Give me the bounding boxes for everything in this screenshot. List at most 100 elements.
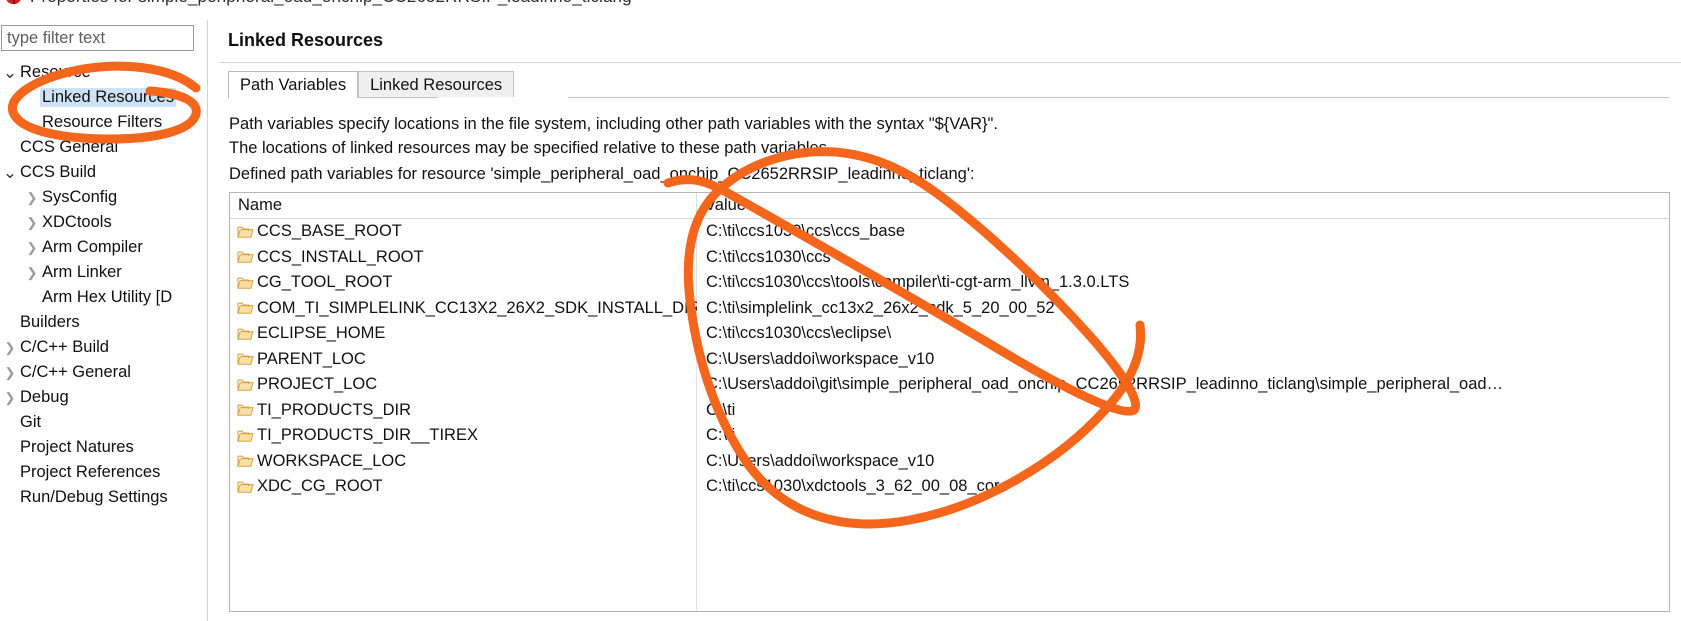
path-variable-name-cell: TI_PRODUCTS_DIR__TIREX	[230, 426, 697, 445]
tab-linked-resources[interactable]: Linked Resources	[358, 71, 515, 98]
sidebar-item-debug[interactable]: ❯ Debug	[0, 385, 203, 410]
title-separator	[220, 62, 1681, 63]
table-row[interactable]: WORKSPACE_LOC C:\Users\addoi\workspace_v1…	[230, 449, 1669, 475]
table-row[interactable]: TI_PRODUCTS_DIR__TIREX C:\ti	[230, 423, 1669, 449]
sidebar-item-label: Arm Linker	[42, 263, 122, 281]
sidebar-item-git[interactable]: Git	[0, 410, 203, 435]
chevron-right-icon[interactable]: ❯	[2, 341, 18, 354]
sidebar-item-label: CCS General	[20, 138, 119, 156]
filter-input-wrapper[interactable]	[1, 25, 194, 51]
chevron-down-icon[interactable]: ⌄	[2, 164, 18, 181]
description-line-3: Defined path variables for resource 'sim…	[229, 165, 975, 183]
sidebar-item-resource[interactable]: ⌄ Resource	[0, 60, 203, 85]
path-variable-value: C:\ti\ccs1030\ccs\eclipse\	[706, 324, 892, 343]
folder-icon	[237, 480, 254, 494]
settings-navigation-panel: ⌄ResourceLinked ResourcesResource Filter…	[0, 20, 203, 621]
chevron-right-icon[interactable]: ❯	[24, 266, 40, 279]
path-variable-value: C:\ti\ccs1030\ccs\tools\compiler\ti-cgt-…	[706, 273, 1130, 292]
table-row[interactable]: CG_TOOL_ROOT C:\ti\ccs1030\ccs\tools\comp…	[230, 270, 1669, 296]
ccs-app-icon	[4, 0, 24, 7]
table-header-row: Name Value	[230, 193, 1669, 219]
folder-icon	[237, 454, 254, 468]
path-variable-name-cell: ECLIPSE_HOME	[230, 324, 697, 343]
sidebar-item-c-c-build[interactable]: ❯ C/C++ Build	[0, 335, 203, 360]
sidebar-item-xdctools[interactable]: ❯ XDCtools	[0, 210, 203, 235]
linked-resources-page: Linked Resources Path Variables Linked Re…	[210, 20, 1681, 621]
path-variables-table[interactable]: Name Value CCS_BASE_ROOT C:\ti\ccs1030\cc…	[229, 192, 1670, 612]
sidebar-item-label: CCS Build	[20, 163, 97, 181]
sidebar-item-c-c-general[interactable]: ❯ C/C++ General	[0, 360, 203, 385]
path-variable-value: C:\ti	[706, 426, 736, 445]
table-row[interactable]: PARENT_LOC C:\Users\addoi\workspace_v10	[230, 347, 1669, 373]
sidebar-item-project-natures[interactable]: Project Natures	[0, 435, 203, 460]
tab-label: Linked Resources	[370, 75, 503, 94]
path-variable-name-cell: CCS_INSTALL_ROOT	[230, 248, 697, 267]
description-line-2: The locations of linked resources may be…	[229, 139, 832, 157]
sidebar-item-builders[interactable]: Builders	[0, 310, 203, 335]
sidebar-item-run-debug-settings[interactable]: Run/Debug Settings	[0, 485, 203, 510]
settings-tree: ⌄ Resource Linked Resources Resource Filter…	[0, 60, 203, 510]
sidebar-item-ccs-build[interactable]: ⌄ CCS Build	[0, 160, 203, 185]
sidebar-item-sysconfig[interactable]: ❯ SysConfig	[0, 185, 203, 210]
path-variable-value: C:\Users\addoi\git\simple_peripheral_oad…	[706, 375, 1504, 394]
folder-icon	[237, 378, 254, 392]
chevron-right-icon[interactable]: ❯	[2, 391, 18, 404]
path-variable-name: TI_PRODUCTS_DIR	[257, 400, 412, 419]
sidebar-item-arm-linker[interactable]: ❯ Arm Linker	[0, 260, 203, 285]
folder-icon	[237, 250, 254, 264]
path-variable-value: C:\ti\ccs1030\ccs\ccs_base	[706, 222, 905, 241]
tab-active-cover	[438, 97, 569, 99]
folder-icon	[237, 403, 254, 417]
path-variable-name-cell: COM_TI_SIMPLELINK_CC13X2_26X2_SDK_INSTAL…	[230, 299, 697, 318]
tab-path-variables[interactable]: Path Variables	[228, 71, 359, 98]
search-input[interactable]	[2, 26, 193, 50]
path-variable-name-cell: XDC_CG_ROOT	[230, 477, 697, 496]
path-variable-name-cell: PROJECT_LOC	[230, 375, 697, 394]
sidebar-item-arm-compiler[interactable]: ❯ Arm Compiler	[0, 235, 203, 260]
folder-icon	[237, 276, 254, 290]
sidebar-item-label: SysConfig	[42, 188, 118, 206]
folder-icon	[237, 225, 254, 239]
table-row[interactable]: CCS_BASE_ROOT C:\ti\ccs1030\ccs\ccs_base	[230, 219, 1669, 245]
sidebar-item-label: Git	[20, 413, 42, 431]
sidebar-item-project-references[interactable]: Project References	[0, 460, 203, 485]
chevron-right-icon[interactable]: ❯	[24, 241, 40, 254]
table-row[interactable]: COM_TI_SIMPLELINK_CC13X2_26X2_SDK_INSTAL…	[230, 296, 1669, 322]
path-variable-name: ECLIPSE_HOME	[257, 324, 386, 343]
path-variable-name: PROJECT_LOC	[257, 375, 378, 394]
sidebar-item-resource-filters[interactable]: Resource Filters	[0, 110, 203, 135]
path-variable-name: CCS_BASE_ROOT	[257, 222, 402, 241]
sidebar-item-linked-resources[interactable]: Linked Resources	[0, 85, 203, 110]
sidebar-item-arm-hex-utility-d[interactable]: Arm Hex Utility [D	[0, 285, 203, 310]
chevron-right-icon[interactable]: ❯	[2, 366, 18, 379]
sidebar-item-label: Arm Compiler	[42, 238, 143, 256]
table-row[interactable]: ECLIPSE_HOME C:\ti\ccs1030\ccs\eclipse\	[230, 321, 1669, 347]
table-row[interactable]: TI_PRODUCTS_DIR C:\ti	[230, 398, 1669, 424]
path-variable-name: XDC_CG_ROOT	[257, 477, 383, 496]
folder-icon	[237, 301, 254, 315]
path-variable-name: CCS_INSTALL_ROOT	[257, 247, 424, 266]
sidebar-item-label: Builders	[20, 313, 80, 331]
chevron-right-icon[interactable]: ❯	[24, 216, 40, 229]
panel-divider	[207, 20, 208, 621]
sidebar-item-label: XDCtools	[42, 213, 112, 231]
column-header-name[interactable]: Name	[230, 193, 697, 218]
table-row[interactable]: XDC_CG_ROOT C:\ti\ccs1030\xdctools_3_62_0…	[230, 474, 1669, 500]
table-row[interactable]: PROJECT_LOC C:\Users\addoi\git\simple_per…	[230, 372, 1669, 398]
path-variable-value: C:\ti\ccs1030\ccs	[706, 247, 831, 266]
window-title: Properties for simple_peripheral_oad_onc…	[30, 0, 632, 7]
chevron-down-icon[interactable]: ⌄	[2, 64, 18, 81]
path-variable-name: TI_PRODUCTS_DIR__TIREX	[257, 426, 478, 445]
sidebar-item-label: Project References	[20, 463, 161, 481]
chevron-right-icon[interactable]: ❯	[24, 191, 40, 204]
path-variable-name: CG_TOOL_ROOT	[257, 273, 393, 292]
sidebar-item-label: C/C++ General	[20, 363, 131, 381]
sidebar-item-ccs-general[interactable]: CCS General	[0, 135, 203, 160]
folder-icon	[237, 352, 254, 366]
tab-bar: Path Variables Linked Resources	[228, 70, 515, 98]
path-variable-value: C:\Users\addoi\workspace_v10	[706, 349, 935, 368]
column-header-value[interactable]: Value	[697, 193, 1669, 218]
table-row[interactable]: CCS_INSTALL_ROOT C:\ti\ccs1030\ccs	[230, 245, 1669, 271]
path-variable-value: C:\ti\ccs1030\xdctools_3_62_00_08_core	[706, 477, 1009, 496]
sidebar-item-label: Resource	[20, 63, 91, 81]
